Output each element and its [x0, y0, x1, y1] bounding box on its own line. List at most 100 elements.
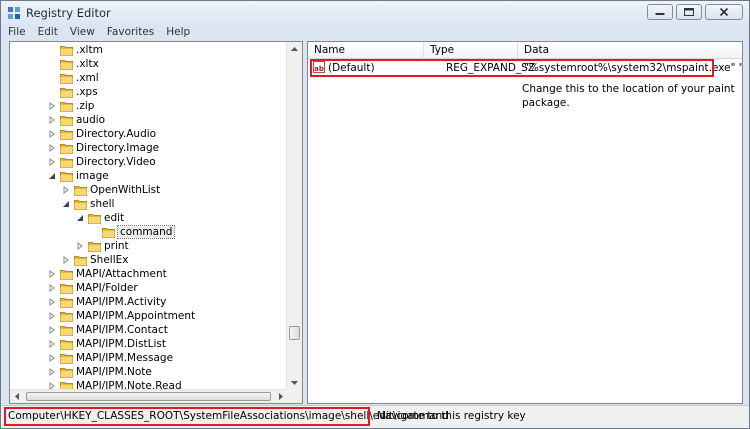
- horizontal-scroll-thumb[interactable]: [26, 392, 271, 401]
- folder-icon: [60, 297, 73, 308]
- tree-item-label: MAPI/IPM.DistList: [76, 338, 166, 350]
- tree-item-label: .xml: [76, 72, 99, 84]
- status-instruction-note: Navigate to this registry key: [377, 410, 526, 422]
- tree-item[interactable]: .zip: [48, 99, 94, 113]
- collapse-arrow-icon[interactable]: [76, 211, 85, 225]
- tree-item-label: OpenWithList: [90, 184, 161, 196]
- value-row-default[interactable]: ab (Default) REG_EXPAND_SZ "%systemroot%…: [308, 61, 742, 76]
- tree-item-label: MAPI/Attachment: [76, 268, 167, 280]
- expand-arrow-icon[interactable]: [62, 183, 71, 197]
- minimize-icon: [655, 13, 665, 15]
- expand-arrow-icon[interactable]: [48, 127, 57, 141]
- tree-item[interactable]: Directory.Video: [48, 155, 156, 169]
- tree-item[interactable]: command: [90, 225, 176, 239]
- tree-item[interactable]: print: [76, 239, 129, 253]
- registry-app-icon: [7, 6, 21, 20]
- column-header-name[interactable]: Name: [308, 42, 424, 59]
- expand-arrow-icon[interactable]: [48, 323, 57, 337]
- expand-arrow-icon[interactable]: [48, 267, 57, 281]
- column-header-type[interactable]: Type: [424, 42, 518, 59]
- title-bar[interactable]: Registry Editor: [1, 1, 749, 25]
- tree-item[interactable]: .xltx: [48, 57, 99, 71]
- expand-arrow-icon[interactable]: [48, 309, 57, 323]
- folder-icon: [102, 227, 115, 238]
- scrollbar-corner: [286, 389, 302, 403]
- menu-help[interactable]: Help: [166, 25, 190, 40]
- menu-edit[interactable]: Edit: [38, 25, 58, 40]
- tree-item-label: Directory.Image: [76, 142, 160, 154]
- expand-arrow-icon[interactable]: [48, 281, 57, 295]
- tree-item[interactable]: ShellEx: [62, 253, 128, 267]
- tree-item[interactable]: MAPI/IPM.DistList: [48, 337, 166, 351]
- expand-arrow-icon[interactable]: [48, 155, 57, 169]
- key-tree-pane[interactable]: .xltm .xltx .xml .xps .zip audio Directory.Aud…: [9, 41, 303, 404]
- tree-item-label: .xltm: [76, 44, 103, 56]
- expand-arrow-icon[interactable]: [48, 365, 57, 379]
- tree-item[interactable]: MAPI/IPM.Note: [48, 365, 152, 379]
- tree-item[interactable]: MAPI/IPM.Activity: [48, 295, 166, 309]
- tree-item[interactable]: MAPI/Attachment: [48, 267, 167, 281]
- menu-bar: File Edit View Favorites Help: [1, 25, 749, 40]
- tree-item-label: Directory.Audio: [76, 128, 157, 140]
- tree-item[interactable]: audio: [48, 113, 105, 127]
- folder-icon: [60, 157, 73, 168]
- tree-item-label: MAPI/Folder: [76, 282, 138, 294]
- scroll-down-button[interactable]: [287, 375, 302, 390]
- expand-arrow-icon[interactable]: [76, 239, 85, 253]
- tree-item[interactable]: Directory.Image: [48, 141, 159, 155]
- column-header-data[interactable]: Data: [518, 42, 742, 59]
- tree-item-label: MAPI/IPM.Contact: [76, 324, 168, 336]
- expand-arrow-icon[interactable]: [48, 141, 57, 155]
- folder-icon: [60, 339, 73, 350]
- tree-item-label: MAPI/IPM.Message: [76, 352, 174, 364]
- folder-icon: [60, 73, 73, 84]
- folder-icon: [60, 325, 73, 336]
- expand-arrow-icon[interactable]: [62, 253, 71, 267]
- menu-favorites[interactable]: Favorites: [107, 25, 154, 40]
- close-button[interactable]: [705, 4, 743, 20]
- minimize-button[interactable]: [647, 4, 673, 20]
- tree-item[interactable]: .xml: [48, 71, 99, 85]
- value-name: (Default): [328, 62, 375, 74]
- expand-arrow-icon[interactable]: [48, 99, 57, 113]
- folder-icon: [74, 255, 87, 266]
- values-list-pane[interactable]: Name Type Data ab (Default) REG_EXPAND_S…: [307, 41, 743, 404]
- collapse-arrow-icon[interactable]: [62, 197, 71, 211]
- folder-icon: [60, 353, 73, 364]
- value-data: "%systemroot%\system32\mspaint.exe" "%1": [524, 62, 743, 74]
- tree-item[interactable]: .xltm: [48, 43, 103, 57]
- tree-item[interactable]: MAPI/IPM.Contact: [48, 323, 168, 337]
- expand-arrow-icon[interactable]: [48, 295, 57, 309]
- menu-file[interactable]: File: [8, 25, 26, 40]
- tree-item[interactable]: Directory.Audio: [48, 127, 156, 141]
- window-controls: [647, 4, 743, 21]
- tree-item[interactable]: MAPI/IPM.Appointment: [48, 309, 195, 323]
- tree-item-label: MAPI/IPM.Note: [76, 366, 152, 378]
- menu-view[interactable]: View: [70, 25, 95, 40]
- tree-item[interactable]: shell: [62, 197, 114, 211]
- arrow-left-icon: [15, 393, 19, 400]
- tree-vertical-scrollbar[interactable]: [286, 42, 302, 390]
- tree-item[interactable]: MAPI/IPM.Message: [48, 351, 173, 365]
- folder-icon: [60, 311, 73, 322]
- scroll-left-button[interactable]: [10, 390, 25, 403]
- tree-item[interactable]: MAPI/Folder: [48, 281, 138, 295]
- folder-icon: [88, 213, 101, 224]
- scroll-up-button[interactable]: [287, 42, 302, 57]
- folder-icon: [60, 87, 73, 98]
- expand-arrow-icon[interactable]: [48, 113, 57, 127]
- arrow-down-icon: [291, 381, 298, 385]
- expand-arrow-icon[interactable]: [48, 351, 57, 365]
- expand-arrow-icon[interactable]: [48, 337, 57, 351]
- tree-item[interactable]: OpenWithList: [62, 183, 160, 197]
- vertical-scroll-thumb[interactable]: [289, 326, 300, 340]
- tree-item[interactable]: image: [48, 169, 109, 183]
- tree-horizontal-scrollbar[interactable]: [10, 389, 288, 403]
- tree-item[interactable]: .xps: [48, 85, 98, 99]
- tree-item-label: Directory.Video: [76, 156, 156, 168]
- maximize-button[interactable]: [676, 4, 702, 20]
- collapse-arrow-icon[interactable]: [48, 169, 57, 183]
- tree-item[interactable]: edit: [76, 211, 124, 225]
